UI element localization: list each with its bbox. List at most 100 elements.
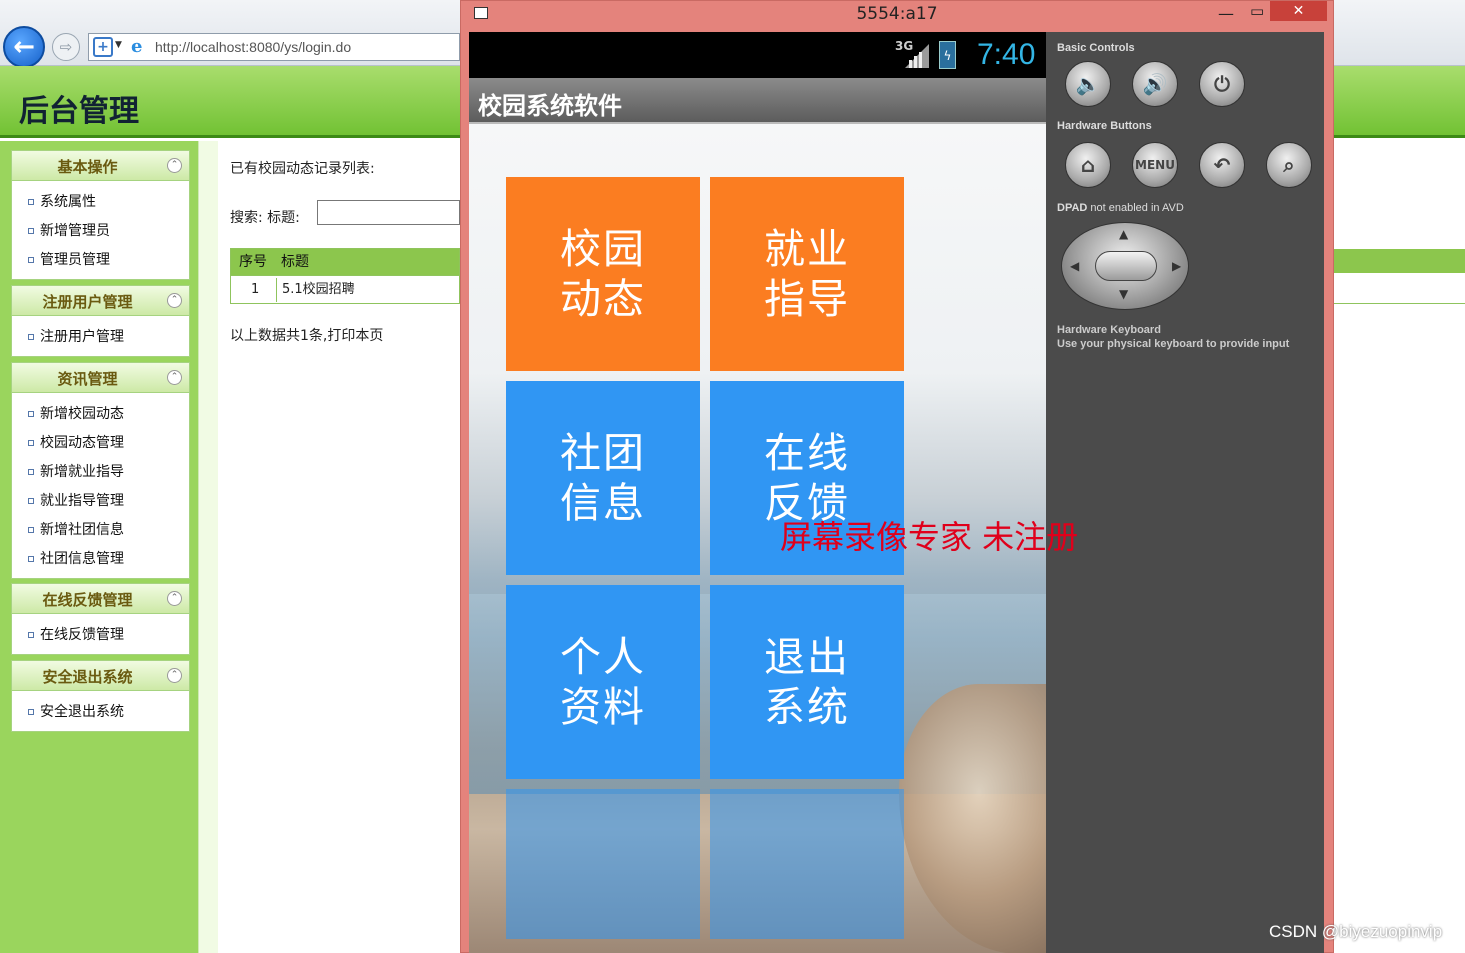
tile-label: 退出 系统 <box>764 633 850 731</box>
app-title: 校园系统软件 <box>478 92 622 120</box>
menu-button[interactable]: MENU <box>1132 142 1178 188</box>
tile-logout[interactable]: 退出 系统 <box>710 585 904 779</box>
forward-arrow-icon[interactable]: ⇨ <box>52 33 80 61</box>
table-divider <box>276 278 277 302</box>
dpad-up-icon[interactable]: ▲ <box>1119 227 1128 241</box>
collapse-icon[interactable]: ⌃ <box>167 293 182 308</box>
nav-group-title: 安全退出系统 <box>42 668 133 686</box>
back-arrow-icon[interactable]: ← <box>3 26 45 68</box>
address-url[interactable]: http://localhost:8080/ys/login.do <box>155 39 351 55</box>
recorder-watermark: 屏幕录像专家 未注册 <box>780 518 1079 556</box>
bullet-icon <box>28 556 34 562</box>
search-input[interactable] <box>317 200 460 225</box>
search-icon[interactable]: ⌕ <box>1266 142 1312 188</box>
shield-icon[interactable]: + <box>93 37 113 57</box>
nav-group-header[interactable]: 在线反馈管理 ⌃ <box>12 584 189 614</box>
tile-empty[interactable] <box>710 789 904 939</box>
tile-campus-news[interactable]: 校园 动态 <box>506 177 700 371</box>
hardware-keyboard-label: Hardware Keyboard Use your physical keyb… <box>1057 324 1290 350</box>
bullet-icon <box>28 228 34 234</box>
table-header: 序号 标题 <box>231 249 459 275</box>
dpad-down-icon[interactable]: ▼ <box>1119 287 1128 301</box>
sidebar-item-feedback-management[interactable]: 在线反馈管理 <box>12 621 189 650</box>
bullet-icon <box>28 469 34 475</box>
tile-profile[interactable]: 个人 资料 <box>506 585 700 779</box>
nav-group-title: 资讯管理 <box>57 370 118 388</box>
sidebar-item-add-club-info[interactable]: 新增社团信息 <box>12 516 189 545</box>
bullet-icon <box>28 440 34 446</box>
table-cell-index: 1 <box>251 282 260 297</box>
csdn-watermark: CSDN @biyezuopinvip <box>1269 922 1443 941</box>
phone-screen: 3G ϟ 7:40 校园系统软件 校园 动态 就业 指导 社团 信息 在线 反馈 个人资… <box>469 32 1046 953</box>
collapse-icon[interactable]: ⌃ <box>167 158 182 173</box>
tile-club-info[interactable]: 社团 信息 <box>506 381 700 575</box>
tile-empty[interactable] <box>506 789 700 939</box>
dropdown-icon[interactable]: ▼ <box>115 40 122 50</box>
table-row: 1 5.1校园招聘 <box>231 275 459 303</box>
volume-up-icon[interactable]: 🔊 <box>1132 61 1178 107</box>
column-header-title: 标题 <box>281 254 309 270</box>
hardware-buttons-label: Hardware Buttons <box>1057 120 1152 132</box>
emulator-window: 5554:a17 — ▭ ✕ 3G ϟ 7:40 校园系统软件 校园 动态 就业指… <box>460 0 1334 953</box>
basic-controls-label: Basic Controls <box>1057 42 1135 54</box>
app-bar: 校园系统软件 <box>469 78 1046 124</box>
home-icon[interactable]: ⌂ <box>1065 142 1111 188</box>
sidebar-item-campus-news-management[interactable]: 校园动态管理 <box>12 429 189 458</box>
volume-down-icon[interactable]: 🔈 <box>1065 61 1111 107</box>
nav-group-basic: 基本操作 ⌃ 系统属性 新增管理员 管理员管理 <box>11 150 190 280</box>
tile-label: 就业 指导 <box>764 225 850 323</box>
sidebar-gutter <box>198 141 218 953</box>
maximize-icon[interactable]: ▭ <box>1250 2 1264 20</box>
bullet-icon <box>28 411 34 417</box>
sidebar-item-user-management[interactable]: 注册用户管理 <box>12 323 189 352</box>
bullet-icon <box>28 334 34 340</box>
record-summary: 以上数据共1条,打印本页 <box>230 328 384 344</box>
sidebar-item-career-guidance-management[interactable]: 就业指导管理 <box>12 487 189 516</box>
table-cell-title[interactable]: 5.1校园招聘 <box>282 276 355 304</box>
nav-group-header[interactable]: 安全退出系统 ⌃ <box>12 661 189 691</box>
nav-group-news: 资讯管理 ⌃ 新增校园动态 校园动态管理 新增就业指导 就业指导管理 新增社团信… <box>11 362 190 579</box>
sidebar-item-add-admin[interactable]: 新增管理员 <box>12 217 189 246</box>
list-title: 已有校园动态记录列表: <box>230 161 375 177</box>
collapse-icon[interactable]: ⌃ <box>167 668 182 683</box>
background-rocks <box>899 684 1046 953</box>
sidebar-item-add-campus-news[interactable]: 新增校园动态 <box>12 400 189 429</box>
sidebar-item-admin-management[interactable]: 管理员管理 <box>12 246 189 275</box>
ie-logo-icon: e <box>131 36 143 57</box>
emulator-title: 5554:a17 <box>856 4 938 24</box>
bullet-icon <box>28 257 34 263</box>
dpad-control[interactable]: ▲ ▼ ◀ ▶ <box>1061 222 1189 310</box>
table-header-extension <box>1332 249 1465 273</box>
battery-icon: ϟ <box>939 41 956 69</box>
back-icon[interactable]: ↶ <box>1199 142 1245 188</box>
bullet-icon <box>28 498 34 504</box>
status-time: 7:40 <box>977 38 1036 71</box>
minimize-icon[interactable]: — <box>1218 4 1234 23</box>
table-row-line <box>1332 303 1465 304</box>
bullet-icon <box>28 199 34 205</box>
collapse-icon[interactable]: ⌃ <box>167 370 182 385</box>
address-bar[interactable]: + ▼ e http://localhost:8080/ys/login.do <box>88 33 460 61</box>
collapse-icon[interactable]: ⌃ <box>167 591 182 606</box>
nav-group-logout: 安全退出系统 ⌃ 安全退出系统 <box>11 660 190 732</box>
dpad-center-button[interactable] <box>1095 251 1157 281</box>
bullet-icon <box>28 709 34 715</box>
column-header-index: 序号 <box>239 254 267 270</box>
tile-career-guidance[interactable]: 就业 指导 <box>710 177 904 371</box>
sidebar-item-add-career-guidance[interactable]: 新增就业指导 <box>12 458 189 487</box>
dpad-left-icon[interactable]: ◀ <box>1070 259 1079 273</box>
search-label: 搜索: 标题: <box>230 210 300 226</box>
sidebar-item-system-properties[interactable]: 系统属性 <box>12 188 189 217</box>
sidebar-item-club-info-management[interactable]: 社团信息管理 <box>12 545 189 574</box>
sidebar-item-logout[interactable]: 安全退出系统 <box>12 698 189 727</box>
power-icon[interactable]: ⏻ <box>1199 61 1245 107</box>
nav-group-header[interactable]: 注册用户管理 ⌃ <box>12 286 189 316</box>
nav-group-header[interactable]: 基本操作 ⌃ <box>12 151 189 181</box>
dpad-right-icon[interactable]: ▶ <box>1172 259 1181 273</box>
emulator-controls: Basic Controls 🔈 🔊 ⏻ Hardware Buttons ⌂ … <box>1046 32 1324 953</box>
nav-group-title: 在线反馈管理 <box>42 591 133 609</box>
nav-group-header[interactable]: 资讯管理 ⌃ <box>12 363 189 393</box>
tile-label: 个人 资料 <box>560 633 646 731</box>
close-icon[interactable]: ✕ <box>1270 1 1327 21</box>
bullet-icon <box>28 527 34 533</box>
